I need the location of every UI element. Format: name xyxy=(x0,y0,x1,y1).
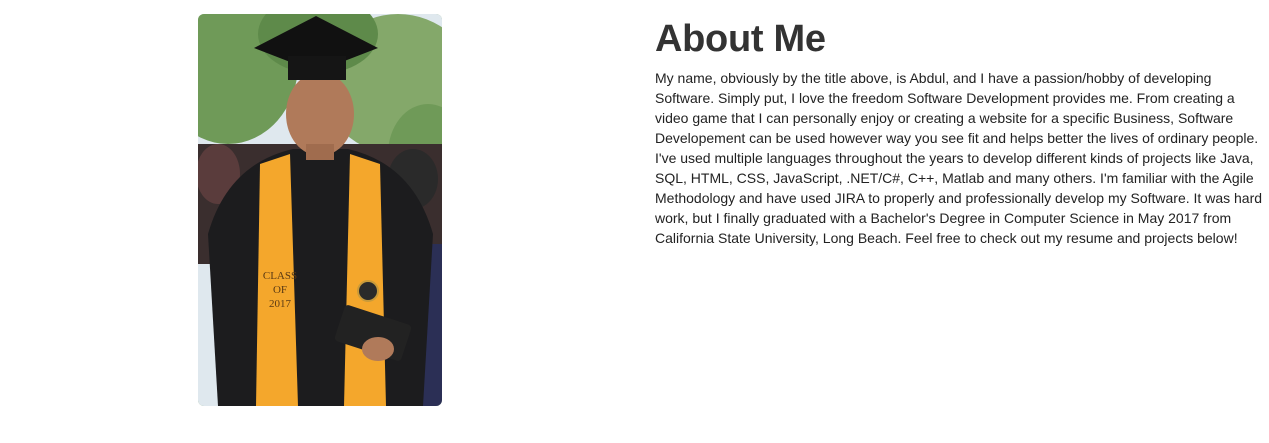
stole-text-line-3: 2017 xyxy=(269,298,292,310)
stole-text-line-2: OF xyxy=(273,284,287,296)
about-section: CLASS OF 2017 About Me My name, obviousl… xyxy=(0,0,1269,443)
stole-text-line-1: CLASS xyxy=(263,270,297,282)
about-content: About Me My name, obviously by the title… xyxy=(655,14,1267,248)
bio-paragraph: My name, obviously by the title above, i… xyxy=(655,70,1263,246)
profile-photo-illustration: CLASS OF 2017 xyxy=(198,14,442,406)
profile-photo: CLASS OF 2017 xyxy=(198,14,442,406)
page-title: About Me xyxy=(655,18,826,60)
